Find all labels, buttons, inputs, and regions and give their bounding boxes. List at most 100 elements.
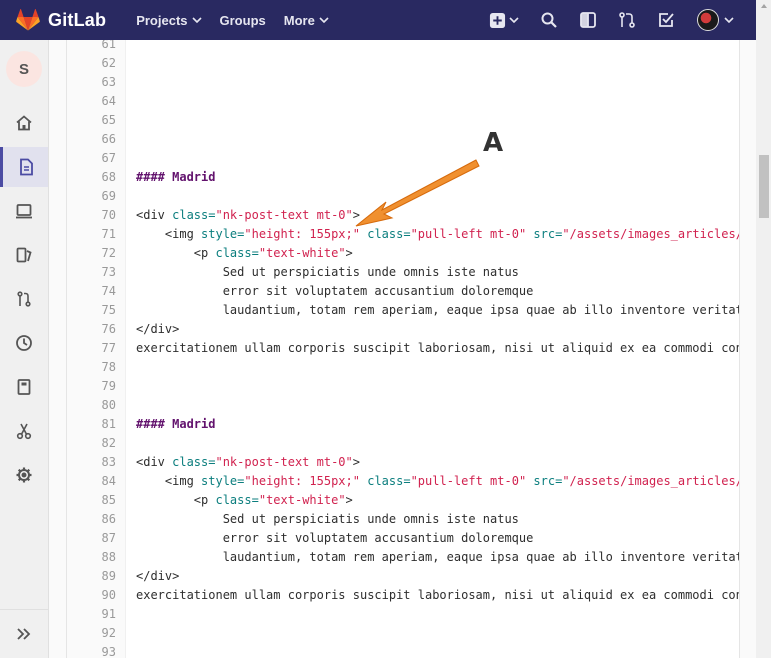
line-number[interactable]: 66 [67,130,116,149]
line-number[interactable]: 82 [67,434,116,453]
line-number[interactable]: 93 [67,643,116,658]
line-number[interactable]: 83 [67,453,116,472]
chevron-down-icon [191,17,202,23]
groups-menu[interactable]: Groups [220,13,266,28]
groups-label: Groups [219,12,266,28]
line-source: <img style="height: 155px;" class="pull-… [136,225,740,244]
sidebar-item-operations[interactable] [0,323,48,363]
code-line: 82 [67,434,739,453]
line-number[interactable]: 72 [67,244,116,263]
line-number[interactable]: 81 [67,415,116,434]
issues-button[interactable] [576,8,600,32]
code-token: "/assets/images_articles/{{ [562,227,740,241]
line-number[interactable]: 77 [67,339,116,358]
line-number[interactable]: 85 [67,491,116,510]
scroll-up-arrow-icon[interactable] [760,2,768,10]
line-number[interactable]: 88 [67,548,116,567]
code-token: style= [201,227,245,241]
code-token: class= [215,493,259,507]
sidebar-item-repository[interactable] [0,147,48,187]
code-token: > [352,208,360,222]
search-button[interactable] [537,8,561,32]
line-source: <img style="height: 155px;" class="pull-… [136,472,740,491]
line-number[interactable]: 74 [67,282,116,301]
code-token: class= [367,474,411,488]
sidebar-item-merge-requests[interactable] [0,279,48,319]
merge-requests-button[interactable] [615,8,639,32]
line-number[interactable]: 62 [67,54,116,73]
line-number[interactable]: 84 [67,472,116,491]
code-token: "pull-left mt-0" [410,227,527,241]
code-token: class= [172,208,216,222]
line-number[interactable]: 89 [67,567,116,586]
code-token: "/assets/images_articles/{{ [562,474,740,488]
code-token: error sit voluptatem accusantium dolorem… [136,531,534,545]
line-number[interactable]: 73 [67,263,116,282]
gitlab-logo[interactable]: GitLab [16,9,106,31]
sidebar-item-issues[interactable] [0,235,48,275]
sidebar-item-wiki[interactable] [0,367,48,407]
line-number[interactable]: 70 [67,206,116,225]
code-line: 63 [67,73,739,92]
line-source: #### Madrid [136,415,215,434]
code-line: 64 [67,92,739,111]
code-line: 69 [67,187,739,206]
gear-icon [16,467,32,483]
scissors-icon [16,423,32,440]
code-token: "height: 155px;" [244,474,360,488]
line-number[interactable]: 67 [67,149,116,168]
project-sidebar: S [0,40,49,658]
new-dropdown-button[interactable] [486,8,522,32]
code-token: error sit voluptatem accusantium dolorem… [136,284,534,298]
line-source: Sed ut perspiciatis unde omnis iste natu… [136,263,519,282]
project-avatar[interactable]: S [6,51,42,87]
chevron-down-icon [509,17,519,23]
line-source: <div class="nk-post-text mt-0"> [136,206,360,225]
merge-request-icon [619,12,635,28]
line-number[interactable]: 71 [67,225,116,244]
code-line: 79 [67,377,739,396]
page-scrollbar[interactable] [756,0,771,658]
code-token: style= [201,474,245,488]
chevron-down-icon [724,17,734,23]
line-number[interactable]: 76 [67,320,116,339]
sidebar-item-project-overview[interactable] [0,103,48,143]
code-line: 74 error sit voluptatem accusantium dolo… [67,282,739,301]
user-menu[interactable] [697,9,734,31]
line-source: Sed ut perspiciatis unde omnis iste natu… [136,510,519,529]
line-number[interactable]: 80 [67,396,116,415]
line-number[interactable]: 86 [67,510,116,529]
code-token: "nk-post-text mt-0" [215,455,353,469]
line-number[interactable]: 63 [67,73,116,92]
line-number[interactable]: 78 [67,358,116,377]
code-token: src= [533,474,563,488]
line-number[interactable]: 68 [67,168,116,187]
line-source: exercitationem ullam corporis suscipit l… [136,339,739,358]
plus-icon [489,12,506,28]
line-number[interactable]: 61 [67,40,116,54]
line-number[interactable]: 69 [67,187,116,206]
code-token: class= [367,227,411,241]
todos-button[interactable] [654,8,678,32]
sidebar-item-settings[interactable] [0,455,48,495]
sidebar-item-ci[interactable] [0,191,48,231]
line-number[interactable]: 79 [67,377,116,396]
navbar-actions [486,0,734,40]
scrollbar-thumb[interactable] [759,155,769,218]
line-source: <p class="text-white"> [136,244,353,263]
line-number[interactable]: 65 [67,111,116,130]
line-number[interactable]: 87 [67,529,116,548]
more-menu[interactable]: More [284,13,329,28]
more-label: More [283,12,315,28]
line-number[interactable]: 90 [67,586,116,605]
line-number[interactable]: 92 [67,624,116,643]
collapse-sidebar-button[interactable] [0,609,48,658]
code-token: laudantium, totam rem aperiam, eaque ips… [136,550,740,564]
line-number[interactable]: 91 [67,605,116,624]
sidebar-item-snippets[interactable] [0,411,48,451]
line-number[interactable]: 75 [67,301,116,320]
projects-menu[interactable]: Projects [136,13,202,28]
book-icon [17,379,31,395]
line-number[interactable]: 64 [67,92,116,111]
code-token: laudantium, totam rem aperiam, eaque ips… [136,303,740,317]
